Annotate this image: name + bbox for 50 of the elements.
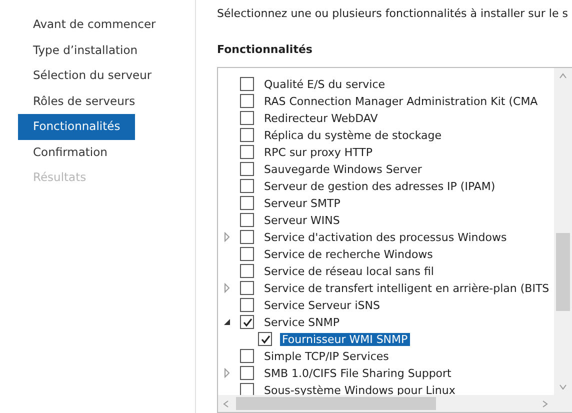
sidebar-item[interactable]: Fonctionnalités [18, 114, 135, 140]
feature-label[interactable]: Service d'activation des processus Windows [262, 230, 509, 244]
checkbox[interactable] [240, 230, 254, 244]
feature-label[interactable]: Qualité E/S du service [262, 78, 388, 91]
feature-label[interactable]: Serveur WINS [262, 214, 342, 227]
feature-label[interactable]: Serveur SMTP [262, 196, 342, 210]
feature-label[interactable]: Sauvegarde Windows Server [262, 162, 424, 176]
feature-label[interactable]: Sous-système Windows pour Linux [262, 384, 458, 397]
checkbox[interactable] [240, 213, 254, 228]
checkbox[interactable] [240, 247, 254, 262]
vertical-scrollbar[interactable] [554, 68, 572, 395]
scroll-thumb[interactable] [236, 397, 436, 410]
sidebar-item[interactable]: Avant de commencer [18, 12, 158, 38]
feature-label[interactable]: Service de recherche Windows [262, 248, 435, 261]
sidebar-item[interactable]: Rôles de serveurs [18, 88, 138, 114]
checkbox[interactable] [240, 162, 254, 176]
checkbox[interactable] [240, 94, 254, 108]
checkbox[interactable] [240, 298, 254, 312]
feature-label[interactable]: RPC sur proxy HTTP [262, 146, 374, 159]
checkbox[interactable] [240, 366, 254, 380]
section-heading: Fonctionnalités [217, 42, 314, 58]
feature-label[interactable]: Service de transfert intelligent en arrière-plan (BITS [262, 282, 552, 295]
checkbox[interactable] [240, 77, 254, 92]
checkbox[interactable] [240, 145, 254, 160]
checkbox[interactable] [240, 315, 254, 330]
feature-label[interactable]: SMB 1.0/CIFS File Sharing Support [262, 366, 454, 380]
feature-label[interactable]: Réplica du système de stockage [262, 128, 444, 142]
checkbox[interactable] [240, 281, 254, 296]
checkbox[interactable] [240, 111, 254, 126]
feature-tree[interactable] [217, 66, 572, 413]
checkbox[interactable] [240, 264, 254, 278]
feature-label[interactable]: Service Serveur iSNS [262, 298, 382, 312]
feature-label[interactable]: Redirecteur WebDAV [262, 112, 380, 125]
checkbox[interactable] [240, 128, 254, 142]
feature-label[interactable]: Simple TCP/IP Services [262, 350, 391, 363]
horizontal-scrollbar[interactable] [218, 395, 572, 412]
scroll-thumb[interactable] [556, 232, 570, 311]
sidebar-item[interactable]: Sélection du serveur [18, 63, 154, 88]
feature-label[interactable]: RAS Connection Manager Administration Kit (CMA [262, 94, 540, 108]
checkbox[interactable] [240, 349, 254, 364]
feature-label[interactable]: Serveur de gestion des adresses IP (IPAM) [262, 180, 498, 193]
sidebar-item[interactable]: Type d’installation [18, 38, 140, 63]
feature-label[interactable]: Fournisseur WMI SNMP [280, 332, 410, 346]
checkbox[interactable] [240, 179, 254, 194]
sidebar-item[interactable]: Confirmation [18, 140, 135, 165]
checkbox[interactable] [258, 332, 272, 346]
feature-label[interactable]: Service SNMP [262, 316, 342, 329]
checkbox[interactable] [240, 196, 254, 210]
feature-label[interactable]: Service de réseau local sans fil [262, 264, 436, 278]
instruction-text: Sélectionnez une ou plusieurs fonctionnalités à installer sur le s [217, 7, 569, 22]
